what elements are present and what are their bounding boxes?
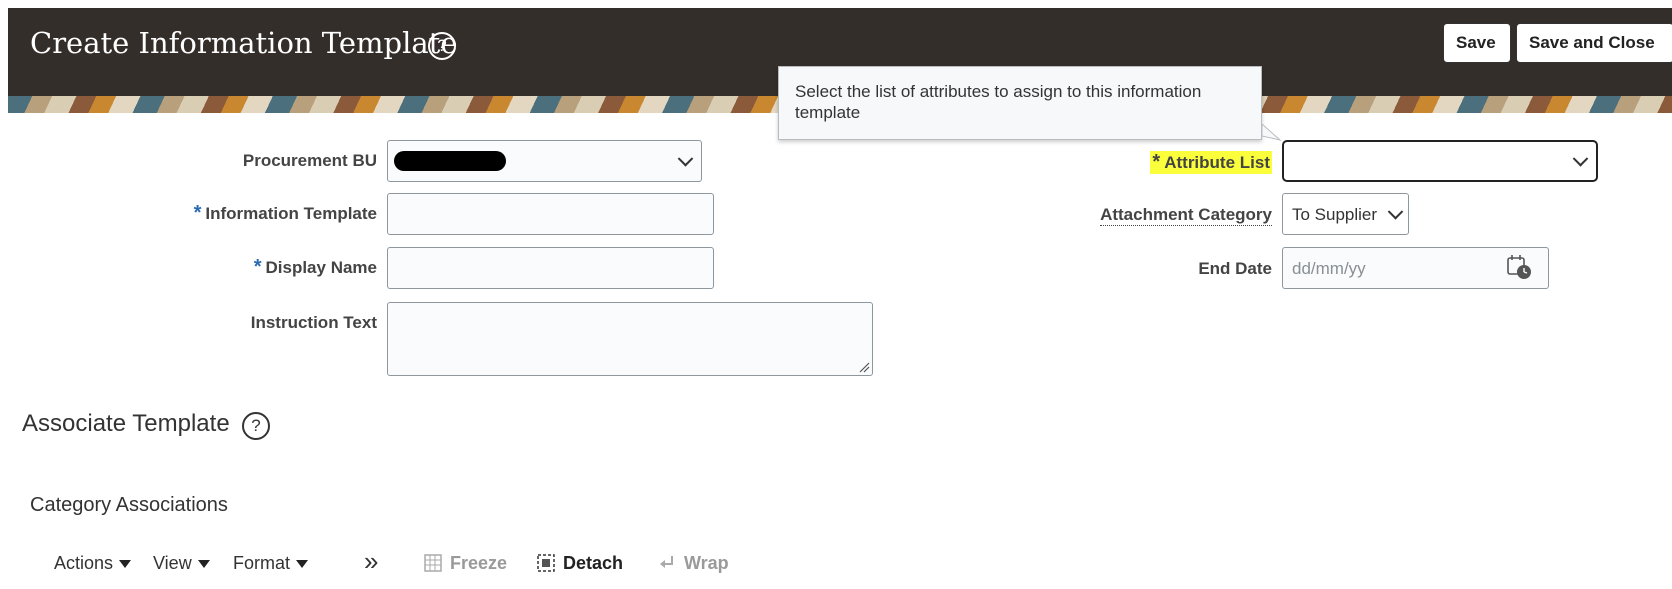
procurement-bu-label: Procurement BU <box>242 151 377 170</box>
detach-label: Detach <box>563 553 624 573</box>
redacted-value <box>394 151 506 171</box>
required-mark: * <box>1152 151 1161 173</box>
more-toolbar-button[interactable]: » <box>364 546 378 577</box>
information-template-label-text: Information Template <box>205 204 377 223</box>
caret-down-icon <box>119 560 132 569</box>
category-associations-heading: Category Associations <box>30 494 228 516</box>
format-menu[interactable]: Format <box>233 553 309 574</box>
view-menu[interactable]: View <box>153 553 210 574</box>
detach-icon <box>537 554 555 572</box>
format-menu-label: Format <box>233 553 291 573</box>
chevron-down-icon <box>1387 204 1404 220</box>
page-title: Create Information Template <box>30 26 458 60</box>
attribute-list-select[interactable] <box>1282 140 1598 182</box>
view-menu-label: View <box>153 553 192 573</box>
attribute-list-label: * Attribute List <box>1150 151 1272 174</box>
help-icon[interactable]: ? <box>242 412 270 440</box>
resize-grip-icon[interactable] <box>858 361 870 373</box>
information-template-label: * Information Template <box>194 202 377 225</box>
save-button[interactable]: Save <box>1443 23 1511 63</box>
freeze-label: Freeze <box>450 553 508 573</box>
required-mark: * <box>193 202 202 224</box>
display-name-label: * Display Name <box>254 256 377 279</box>
wrap-icon <box>660 556 673 568</box>
required-mark: * <box>253 256 262 278</box>
freeze-icon <box>424 554 442 572</box>
wrap-label: Wrap <box>684 553 729 573</box>
end-date-placeholder: dd/mm/yy <box>1292 259 1366 278</box>
detach-button[interactable]: Detach <box>537 553 623 574</box>
attachment-category-label: Attachment Category <box>1100 205 1272 226</box>
instruction-text-textarea[interactable] <box>387 302 873 376</box>
attachment-category-value: To Supplier <box>1292 205 1378 224</box>
chevron-down-icon <box>677 151 694 167</box>
procurement-bu-select[interactable] <box>387 140 702 182</box>
wrap-button[interactable]: Wrap <box>658 553 729 574</box>
attribute-list-tooltip: Select the list of attributes to assign … <box>778 66 1262 140</box>
associate-template-heading: Associate Template <box>22 410 230 437</box>
information-template-input[interactable] <box>387 193 714 235</box>
calendar-icon[interactable] <box>1506 254 1532 280</box>
caret-down-icon <box>296 560 309 569</box>
end-date-input[interactable]: dd/mm/yy <box>1282 247 1549 289</box>
end-date-label: End Date <box>1198 259 1272 278</box>
tooltip-pointer <box>1262 124 1282 141</box>
attachment-category-select[interactable]: To Supplier <box>1282 193 1409 235</box>
actions-menu-label: Actions <box>54 553 114 573</box>
help-icon[interactable]: ? <box>428 32 456 60</box>
chevron-down-icon <box>1572 151 1589 167</box>
instruction-text-label: Instruction Text <box>250 313 377 332</box>
display-name-label-text: Display Name <box>265 258 378 277</box>
caret-down-icon <box>197 560 210 569</box>
attribute-list-label-text: Attribute List <box>1164 153 1270 172</box>
display-name-input[interactable] <box>387 247 714 289</box>
actions-menu[interactable]: Actions <box>54 553 132 574</box>
freeze-button[interactable]: Freeze <box>424 553 507 574</box>
save-and-close-button[interactable]: Save and Close <box>1516 23 1672 63</box>
